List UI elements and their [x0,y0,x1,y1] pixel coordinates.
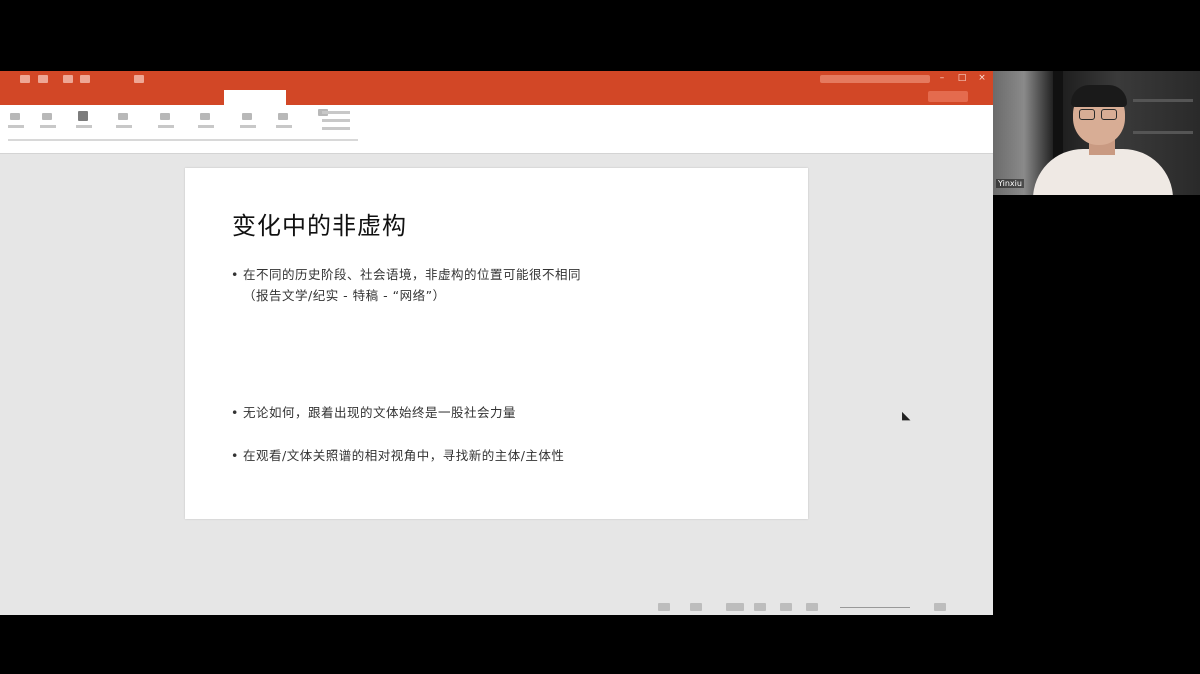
glasses-right-lens [1101,109,1117,120]
ribbon-command-label [116,125,132,128]
webcam-video-tile: Yinxiu [993,71,1200,195]
bullet-marker: • [231,448,239,463]
slide-canvas[interactable]: 变化中的非虚构 • 在不同的历史阶段、社会语境，非虚构的位置可能很不相同 （报告文… [185,168,808,519]
slide-sorter-icon[interactable] [754,603,766,611]
ribbon-command-label [40,125,56,128]
bullet-text: 在观看/文体关照谱的相对视角中，寻找新的主体/主体性 [243,448,565,463]
ribbon [0,105,993,154]
participant-hair [1071,85,1127,107]
bullet-text: 无论如何，跟着出现的文体始终是一股社会力量 [243,405,517,420]
maximize-icon[interactable]: □ [957,73,967,83]
ribbon-command-icon[interactable] [10,113,20,120]
close-icon[interactable]: × [977,73,987,83]
ribbon-command-label [8,125,24,128]
ribbon-command-label [76,125,92,128]
screen: – □ × 变化中的非虚构 • 在不同的历史阶段、社会语境，非虚构的位置可能很不… [0,0,1200,674]
status-bar [0,599,993,615]
normal-view-icon[interactable] [726,603,744,611]
ribbon-command-label [158,125,174,128]
autosave-icon[interactable] [20,75,30,83]
ribbon-command-icon[interactable] [118,113,128,120]
reading-view-icon[interactable] [780,603,792,611]
bullet-continuation: （报告文学/纪实 - 特稿 - “网络”） [243,288,446,303]
ribbon-command-icon[interactable] [278,113,288,120]
window-controls: – □ × [937,73,987,85]
bullet-marker: • [231,405,239,420]
ribbon-command-label [322,119,350,122]
ribbon-command-label [322,127,350,130]
ribbon-tab-row [0,89,993,105]
slideshow-icon[interactable] [806,603,818,611]
redo-icon[interactable] [80,75,90,83]
document-title [450,74,540,84]
ribbon-group-labels [8,139,358,141]
bullet-item: • 无论如何，跟着出现的文体始终是一股社会力量 [231,404,516,421]
background-shelf [1133,99,1193,102]
powerpoint-window: – □ × 变化中的非虚构 • 在不同的历史阶段、社会语境，非虚构的位置可能很不… [0,71,993,615]
bullet-text: 在不同的历史阶段、社会语境，非虚构的位置可能很不相同 [243,267,582,282]
bullet-item: • 在观看/文体关照谱的相对视角中，寻找新的主体/主体性 [231,447,564,464]
ribbon-command-icon[interactable] [160,113,170,120]
mouse-pointer-icon: ◣ [902,409,911,422]
comments-icon[interactable] [690,603,702,611]
tab-active-animations[interactable] [224,90,286,105]
ribbon-command-icon[interactable] [242,113,252,120]
present-icon[interactable] [134,75,144,83]
share-button[interactable] [928,91,968,102]
ribbon-command-icon[interactable] [42,113,52,120]
ribbon-command-label [322,111,350,114]
slide-title: 变化中的非虚构 [232,212,407,240]
ribbon-command-label [240,125,256,128]
ribbon-command-icon[interactable] [200,113,210,120]
save-icon[interactable] [38,75,48,83]
notes-icon[interactable] [658,603,670,611]
zoom-slider[interactable] [840,607,910,608]
bullet-marker: • [231,267,239,282]
undo-icon[interactable] [63,75,73,83]
fit-slide-icon[interactable] [934,603,946,611]
search-box[interactable] [820,75,930,83]
ribbon-command-label [198,125,214,128]
background-shelf [1133,131,1193,134]
minimize-icon[interactable]: – [937,73,947,83]
glasses-left-lens [1079,109,1095,120]
ribbon-command-label [276,125,292,128]
participant-name-label: Yinxiu [996,179,1024,188]
ribbon-command-icon[interactable] [78,111,88,121]
title-bar: – □ × [0,71,993,105]
bullet-item: • 在不同的历史阶段、社会语境，非虚构的位置可能很不相同 [231,266,581,283]
